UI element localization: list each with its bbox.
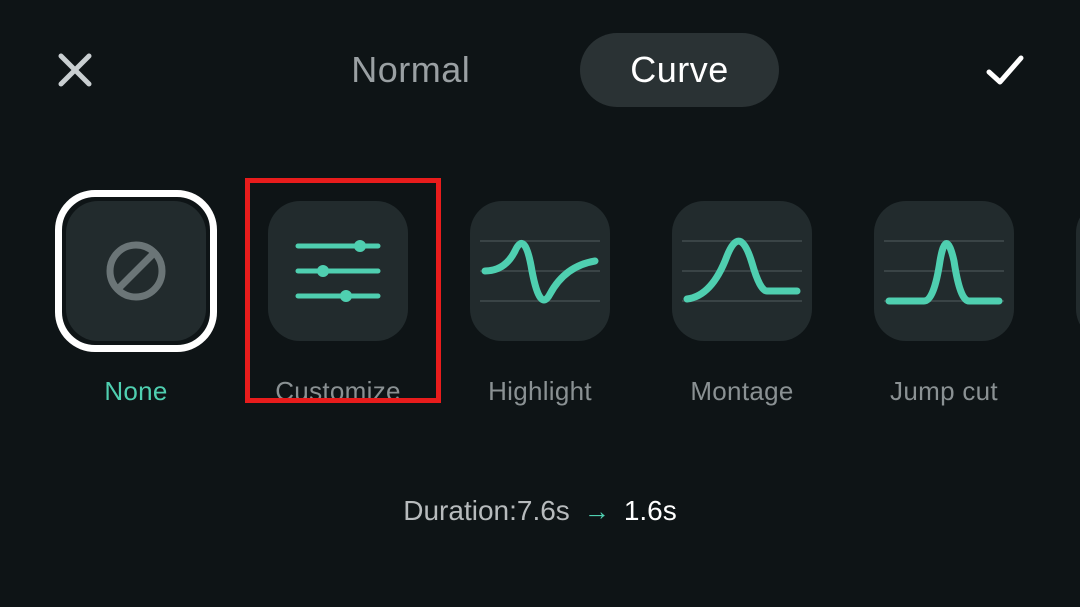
option-label: Highlight [488,376,592,407]
curve-highlight-icon [470,201,610,341]
duration-to: 1.6s [624,495,677,527]
arrow-icon: → [584,496,610,527]
sliders-icon [268,201,408,341]
check-icon [983,48,1027,92]
curve-flash-icon [1076,201,1080,341]
confirm-button[interactable] [980,45,1030,95]
tab-curve[interactable]: Curve [580,33,779,107]
option-label: Jump cut [890,376,998,407]
option-label: None [104,376,167,407]
option-customize[interactable]: Customize [257,190,419,407]
close-button[interactable] [50,45,100,95]
option-jumpcut[interactable]: Jump cut [863,190,1025,407]
duration-label: Duration:7.6s [403,495,570,527]
option-flash[interactable]: flash [1065,190,1080,407]
curve-montage-icon [672,201,812,341]
option-none[interactable]: None [55,190,217,407]
option-label: Montage [690,376,793,407]
curve-options-row[interactable]: None Customize [0,110,1080,407]
close-icon [55,50,95,90]
option-highlight[interactable]: Highlight [459,190,621,407]
duration-footer: Duration:7.6s → 1.6s [0,495,1080,527]
header: Normal Curve [0,0,1080,110]
none-icon [66,201,206,341]
option-montage[interactable]: Montage [661,190,823,407]
curve-jumpcut-icon [874,201,1014,341]
tab-normal[interactable]: Normal [301,33,520,107]
mode-tabs: Normal Curve [100,33,980,107]
